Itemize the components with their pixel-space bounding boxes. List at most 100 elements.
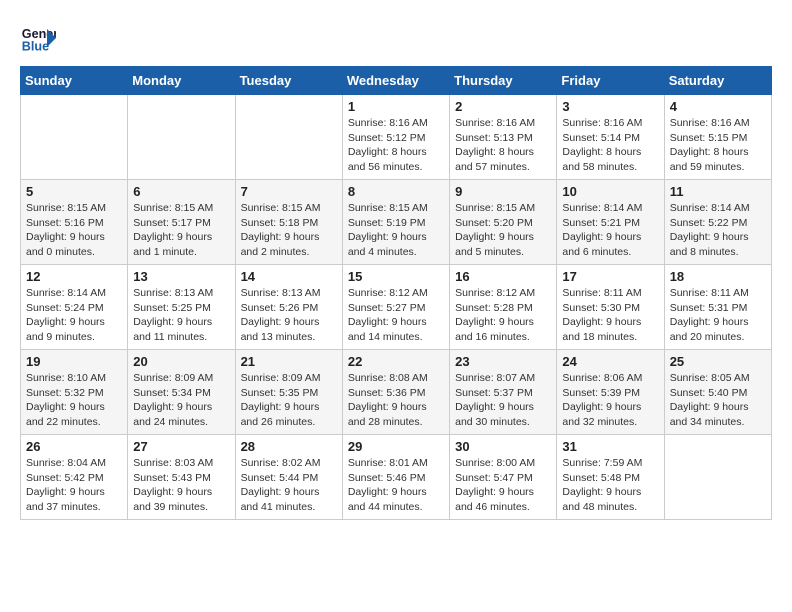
calendar-cell: 16 Sunrise: 8:12 AM Sunset: 5:28 PM Dayli… (450, 265, 557, 350)
cell-daylight-info: Sunrise: 8:15 AM Sunset: 5:17 PM Dayligh… (133, 201, 229, 260)
cell-daylight-info: Sunrise: 8:09 AM Sunset: 5:35 PM Dayligh… (241, 371, 337, 430)
cell-daylight-info: Sunrise: 8:11 AM Sunset: 5:30 PM Dayligh… (562, 286, 658, 345)
cell-daylight-info: Sunrise: 8:13 AM Sunset: 5:26 PM Dayligh… (241, 286, 337, 345)
cell-daylight-info: Sunrise: 8:00 AM Sunset: 5:47 PM Dayligh… (455, 456, 551, 515)
day-number: 9 (455, 184, 551, 199)
calendar-cell: 30 Sunrise: 8:00 AM Sunset: 5:47 PM Dayli… (450, 435, 557, 520)
cell-daylight-info: Sunrise: 8:15 AM Sunset: 5:16 PM Dayligh… (26, 201, 122, 260)
calendar-cell: 11Sunrise: 8:14 AM Sunset: 5:22 PM Dayli… (664, 180, 771, 265)
calendar-cell: 4 Sunrise: 8:16 AM Sunset: 5:15 PM Daylig… (664, 95, 771, 180)
calendar-cell: 19Sunrise: 8:10 AM Sunset: 5:32 PM Dayli… (21, 350, 128, 435)
cell-daylight-info: Sunrise: 8:12 AM Sunset: 5:28 PM Dayligh… (455, 286, 551, 345)
weekday-header-row: SundayMondayTuesdayWednesdayThursdayFrid… (21, 67, 772, 95)
day-number: 8 (348, 184, 444, 199)
day-number: 5 (26, 184, 122, 199)
calendar-week-4: 19Sunrise: 8:10 AM Sunset: 5:32 PM Dayli… (21, 350, 772, 435)
calendar-week-5: 26 Sunrise: 8:04 AM Sunset: 5:42 PM Dayli… (21, 435, 772, 520)
cell-daylight-info: Sunrise: 8:16 AM Sunset: 5:13 PM Dayligh… (455, 116, 551, 175)
cell-daylight-info: Sunrise: 8:07 AM Sunset: 5:37 PM Dayligh… (455, 371, 551, 430)
cell-daylight-info: Sunrise: 8:10 AM Sunset: 5:32 PM Dayligh… (26, 371, 122, 430)
calendar-cell: 14 Sunrise: 8:13 AM Sunset: 5:26 PM Dayli… (235, 265, 342, 350)
calendar-cell: 23Sunrise: 8:07 AM Sunset: 5:37 PM Dayli… (450, 350, 557, 435)
day-number: 26 (26, 439, 122, 454)
calendar-week-1: 1 Sunrise: 8:16 AM Sunset: 5:12 PM Daylig… (21, 95, 772, 180)
day-number: 31 (562, 439, 658, 454)
day-number: 21 (241, 354, 337, 369)
day-number: 27 (133, 439, 229, 454)
calendar-cell: 26 Sunrise: 8:04 AM Sunset: 5:42 PM Dayli… (21, 435, 128, 520)
weekday-thursday: Thursday (450, 67, 557, 95)
day-number: 4 (670, 99, 766, 114)
calendar-table: SundayMondayTuesdayWednesdayThursdayFrid… (20, 66, 772, 520)
day-number: 13 (133, 269, 229, 284)
calendar-cell: 27 Sunrise: 8:03 AM Sunset: 5:43 PM Dayli… (128, 435, 235, 520)
day-number: 16 (455, 269, 551, 284)
day-number: 15 (348, 269, 444, 284)
day-number: 20 (133, 354, 229, 369)
cell-daylight-info: Sunrise: 8:01 AM Sunset: 5:46 PM Dayligh… (348, 456, 444, 515)
calendar-cell: 5 Sunrise: 8:15 AM Sunset: 5:16 PM Daylig… (21, 180, 128, 265)
weekday-wednesday: Wednesday (342, 67, 449, 95)
day-number: 25 (670, 354, 766, 369)
calendar-cell: 18 Sunrise: 8:11 AM Sunset: 5:31 PM Dayli… (664, 265, 771, 350)
day-number: 2 (455, 99, 551, 114)
cell-daylight-info: Sunrise: 8:03 AM Sunset: 5:43 PM Dayligh… (133, 456, 229, 515)
logo-icon: General Blue (20, 20, 56, 56)
day-number: 22 (348, 354, 444, 369)
calendar-cell: 3Sunrise: 8:16 AM Sunset: 5:14 PM Daylig… (557, 95, 664, 180)
cell-daylight-info: Sunrise: 8:14 AM Sunset: 5:21 PM Dayligh… (562, 201, 658, 260)
cell-daylight-info: Sunrise: 8:05 AM Sunset: 5:40 PM Dayligh… (670, 371, 766, 430)
day-number: 29 (348, 439, 444, 454)
calendar-cell: 1 Sunrise: 8:16 AM Sunset: 5:12 PM Daylig… (342, 95, 449, 180)
calendar-week-2: 5 Sunrise: 8:15 AM Sunset: 5:16 PM Daylig… (21, 180, 772, 265)
day-number: 30 (455, 439, 551, 454)
cell-daylight-info: Sunrise: 8:09 AM Sunset: 5:34 PM Dayligh… (133, 371, 229, 430)
calendar-cell (664, 435, 771, 520)
calendar-cell: 6 Sunrise: 8:15 AM Sunset: 5:17 PM Daylig… (128, 180, 235, 265)
calendar-cell (128, 95, 235, 180)
day-number: 11 (670, 184, 766, 199)
cell-daylight-info: Sunrise: 8:13 AM Sunset: 5:25 PM Dayligh… (133, 286, 229, 345)
weekday-tuesday: Tuesday (235, 67, 342, 95)
weekday-sunday: Sunday (21, 67, 128, 95)
svg-text:Blue: Blue (22, 40, 49, 54)
cell-daylight-info: Sunrise: 8:06 AM Sunset: 5:39 PM Dayligh… (562, 371, 658, 430)
calendar-cell: 15 Sunrise: 8:12 AM Sunset: 5:27 PM Dayli… (342, 265, 449, 350)
calendar-body: 1 Sunrise: 8:16 AM Sunset: 5:12 PM Daylig… (21, 95, 772, 520)
calendar-cell: 12 Sunrise: 8:14 AM Sunset: 5:24 PM Dayli… (21, 265, 128, 350)
calendar-cell: 7 Sunrise: 8:15 AM Sunset: 5:18 PM Daylig… (235, 180, 342, 265)
day-number: 17 (562, 269, 658, 284)
day-number: 6 (133, 184, 229, 199)
logo: General Blue (20, 20, 56, 56)
cell-daylight-info: Sunrise: 8:04 AM Sunset: 5:42 PM Dayligh… (26, 456, 122, 515)
calendar-cell: 22Sunrise: 8:08 AM Sunset: 5:36 PM Dayli… (342, 350, 449, 435)
cell-daylight-info: Sunrise: 8:15 AM Sunset: 5:18 PM Dayligh… (241, 201, 337, 260)
day-number: 3 (562, 99, 658, 114)
cell-daylight-info: Sunrise: 8:16 AM Sunset: 5:15 PM Dayligh… (670, 116, 766, 175)
calendar-week-3: 12 Sunrise: 8:14 AM Sunset: 5:24 PM Dayli… (21, 265, 772, 350)
calendar-cell: 28 Sunrise: 8:02 AM Sunset: 5:44 PM Dayli… (235, 435, 342, 520)
day-number: 12 (26, 269, 122, 284)
calendar-cell: 24 Sunrise: 8:06 AM Sunset: 5:39 PM Dayli… (557, 350, 664, 435)
cell-daylight-info: Sunrise: 8:02 AM Sunset: 5:44 PM Dayligh… (241, 456, 337, 515)
cell-daylight-info: Sunrise: 7:59 AM Sunset: 5:48 PM Dayligh… (562, 456, 658, 515)
day-number: 1 (348, 99, 444, 114)
day-number: 10 (562, 184, 658, 199)
calendar-cell (235, 95, 342, 180)
calendar-cell: 25 Sunrise: 8:05 AM Sunset: 5:40 PM Dayli… (664, 350, 771, 435)
cell-daylight-info: Sunrise: 8:16 AM Sunset: 5:12 PM Dayligh… (348, 116, 444, 175)
cell-daylight-info: Sunrise: 8:11 AM Sunset: 5:31 PM Dayligh… (670, 286, 766, 345)
day-number: 28 (241, 439, 337, 454)
calendar-cell: 20 Sunrise: 8:09 AM Sunset: 5:34 PM Dayli… (128, 350, 235, 435)
cell-daylight-info: Sunrise: 8:12 AM Sunset: 5:27 PM Dayligh… (348, 286, 444, 345)
day-number: 18 (670, 269, 766, 284)
cell-daylight-info: Sunrise: 8:14 AM Sunset: 5:24 PM Dayligh… (26, 286, 122, 345)
day-number: 14 (241, 269, 337, 284)
calendar-cell: 21 Sunrise: 8:09 AM Sunset: 5:35 PM Dayli… (235, 350, 342, 435)
calendar-cell: 13 Sunrise: 8:13 AM Sunset: 5:25 PM Dayli… (128, 265, 235, 350)
page-header: General Blue (20, 20, 772, 56)
calendar-cell: 29 Sunrise: 8:01 AM Sunset: 5:46 PM Dayli… (342, 435, 449, 520)
day-number: 24 (562, 354, 658, 369)
weekday-friday: Friday (557, 67, 664, 95)
day-number: 7 (241, 184, 337, 199)
